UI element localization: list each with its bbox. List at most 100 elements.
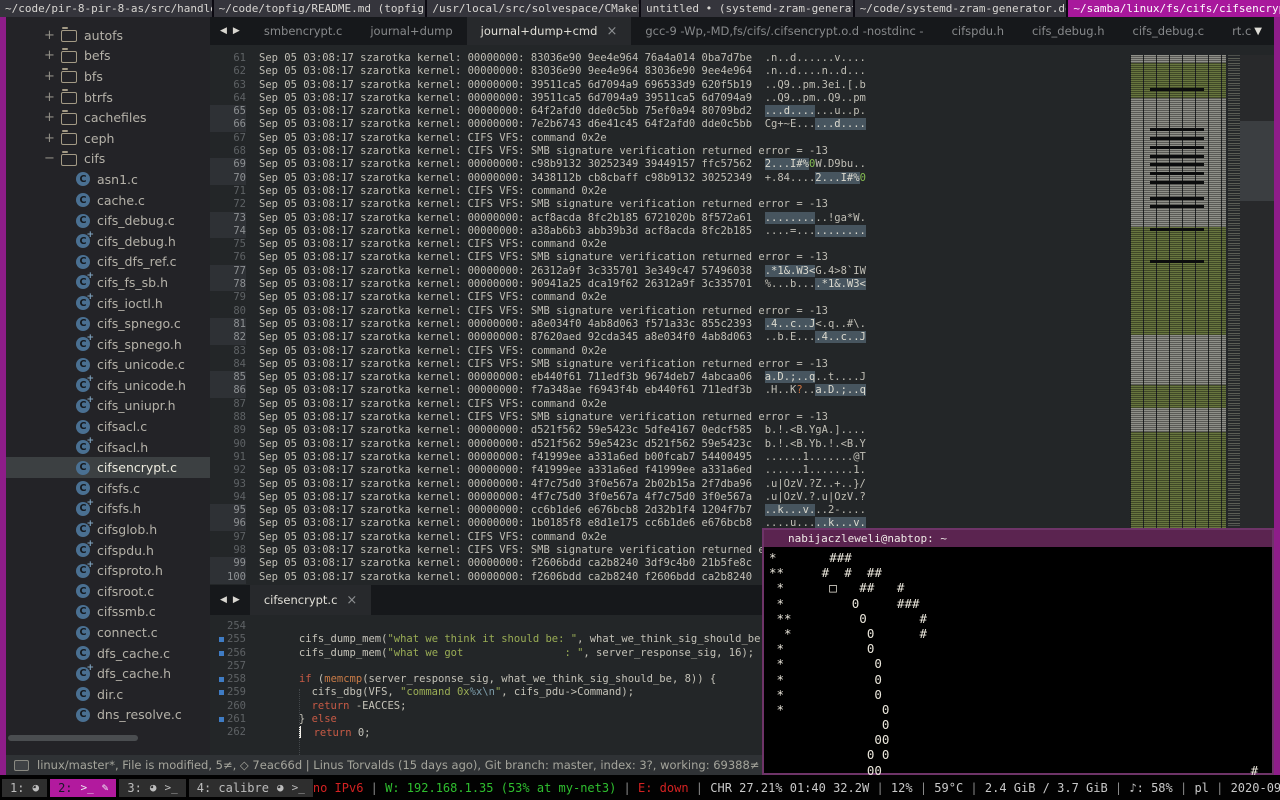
log-line[interactable]: 87Sep 05 03:08:17 szarotka kernel: CIFS … [210,398,1274,411]
tree-item-cifsacl.h[interactable]: Ccifsacl.h [6,437,210,458]
log-line[interactable]: 78Sep 05 03:08:17 szarotka kernel: 00000… [210,278,1274,291]
log-line[interactable]: 93Sep 05 03:08:17 szarotka kernel: 00000… [210,478,1274,491]
log-line[interactable]: 74Sep 05 03:08:17 szarotka kernel: 00000… [210,225,1274,238]
tmux-window-4[interactable]: 4: calibre◕>_ [189,779,313,797]
log-line[interactable]: 66Sep 05 03:08:17 szarotka kernel: 00000… [210,118,1274,131]
tab-cifspdu.h[interactable]: cifspdu.h [938,17,1018,45]
log-line[interactable]: 76Sep 05 03:08:17 szarotka kernel: CIFS … [210,251,1274,264]
tab-scroll-right-icon[interactable]: ▶ [233,595,240,605]
tmux-window-3[interactable]: 3:◕>_ [119,779,185,797]
titlebar-window[interactable]: ~/code/topfig/README.md (topfig) … [214,0,426,17]
tab-journal+dump+cmd[interactable]: journal+dump+cmd× [467,17,632,45]
log-line[interactable]: 85Sep 05 03:08:17 szarotka kernel: 00000… [210,371,1274,384]
log-line[interactable]: 86Sep 05 03:08:17 szarotka kernel: 00000… [210,384,1274,397]
tree-item-cifsfs.c[interactable]: Ccifsfs.c [6,478,210,499]
tree-item-cifs_fs_sb.h[interactable]: Ccifs_fs_sb.h [6,272,210,293]
journal-log-view[interactable]: 61Sep 05 03:08:17 szarotka kernel: 00000… [210,45,1274,592]
tree-item-asn1.c[interactable]: Casn1.c [6,169,210,190]
tree-item-cifsencrypt.c[interactable]: Ccifsencrypt.c [6,457,210,478]
log-line[interactable]: 64Sep 05 03:08:17 szarotka kernel: 00000… [210,92,1274,105]
titlebar-window[interactable]: untitled • (systemd-zram-generato… [641,0,853,17]
tree-item-cifsfs.h[interactable]: Ccifsfs.h [6,499,210,520]
tab-scroll-right-icon[interactable]: ▶ [233,26,240,36]
tree-item-cifsroot.c[interactable]: Ccifsroot.c [6,581,210,602]
tree-item-cifspdu.h[interactable]: Ccifspdu.h [6,540,210,561]
editor-scrollbar-thumb[interactable] [1240,121,1274,201]
minimap[interactable] [1130,55,1242,531]
log-line[interactable]: 80Sep 05 03:08:17 szarotka kernel: CIFS … [210,305,1274,318]
tmux-window-2[interactable]: 2:>_✎ [50,779,116,797]
tab-cifs_debug.c[interactable]: cifs_debug.c [1119,17,1219,45]
tmux-window-1[interactable]: 1:◕ [2,779,47,797]
terminal-body[interactable]: * ###** # # ## * □ ## # * 0 ### ** 0 # *… [764,547,1272,781]
log-line[interactable]: 75Sep 05 03:08:17 szarotka kernel: CIFS … [210,238,1274,251]
tab-cifsencrypt.c[interactable]: cifsencrypt.c× [250,585,371,615]
log-line[interactable]: 68Sep 05 03:08:17 szarotka kernel: CIFS … [210,145,1274,158]
tree-item-cifsglob.h[interactable]: Ccifsglob.h [6,519,210,540]
tree-item-dfs_cache.h[interactable]: Cdfs_cache.h [6,663,210,684]
expand-icon[interactable]: + [44,48,54,63]
tab-gcc-9--Wp--MD-fs-cifs-.cifsencrypt.o.d--nostdinc--[interactable]: gcc-9 -Wp,-MD,fs/cifs/.cifsencrypt.o.d -… [631,17,937,45]
log-line[interactable]: 72Sep 05 03:08:17 szarotka kernel: CIFS … [210,198,1274,211]
log-line[interactable]: 77Sep 05 03:08:17 szarotka kernel: 00000… [210,265,1274,278]
tree-item-cifs_spnego.c[interactable]: Ccifs_spnego.c [6,313,210,334]
log-line[interactable]: 81Sep 05 03:08:17 szarotka kernel: 00000… [210,318,1274,331]
expand-icon[interactable]: + [44,90,54,105]
tree-item-ceph[interactable]: +ceph [6,128,210,149]
tree-item-bfs[interactable]: +bfs [6,66,210,87]
log-line[interactable]: 63Sep 05 03:08:17 szarotka kernel: 00000… [210,79,1274,92]
log-line[interactable]: 65Sep 05 03:08:17 szarotka kernel: 00000… [210,105,1274,118]
log-line[interactable]: 91Sep 05 03:08:17 szarotka kernel: 00000… [210,451,1274,464]
log-line[interactable]: 61Sep 05 03:08:17 szarotka kernel: 00000… [210,52,1274,65]
tree-item-cifs_uniupr.h[interactable]: Ccifs_uniupr.h [6,396,210,417]
tree-item-cifs[interactable]: −cifs [6,149,210,170]
tree-item-cifs_debug.c[interactable]: Ccifs_debug.c [6,210,210,231]
expand-icon[interactable]: + [44,131,54,146]
tab-scroll-left-icon[interactable]: ◀ [220,595,227,605]
tree-item-cifs_dfs_ref.c[interactable]: Ccifs_dfs_ref.c [6,252,210,273]
tab-smbencrypt.c[interactable]: smbencrypt.c [250,17,357,45]
tab-scroll-left-icon[interactable]: ◀ [220,26,227,36]
log-line[interactable]: 88Sep 05 03:08:17 szarotka kernel: CIFS … [210,411,1274,424]
log-line[interactable]: 69Sep 05 03:08:17 szarotka kernel: 00000… [210,158,1274,171]
titlebar-window[interactable]: ~/code/systemd-zram-generator.deb… [855,0,1067,17]
tree-item-cache.c[interactable]: Ccache.c [6,190,210,211]
tree-item-cifssmb.c[interactable]: Ccifssmb.c [6,602,210,623]
log-line[interactable]: 71Sep 05 03:08:17 szarotka kernel: CIFS … [210,185,1274,198]
tree-item-dfs_cache.c[interactable]: Cdfs_cache.c [6,643,210,664]
log-line[interactable]: 62Sep 05 03:08:17 szarotka kernel: 00000… [210,65,1274,78]
log-line[interactable]: 67Sep 05 03:08:17 szarotka kernel: CIFS … [210,132,1274,145]
log-line[interactable]: 82Sep 05 03:08:17 szarotka kernel: 00000… [210,331,1274,344]
sidebar-horizontal-scrollbar[interactable] [8,735,138,741]
log-line[interactable]: 95Sep 05 03:08:17 szarotka kernel: 00000… [210,504,1274,517]
expand-icon[interactable]: + [44,69,54,84]
expand-icon[interactable]: + [44,28,54,43]
log-line[interactable]: 79Sep 05 03:08:17 szarotka kernel: CIFS … [210,291,1274,304]
expand-icon[interactable]: + [44,110,54,125]
tree-item-autofs[interactable]: +autofs [6,25,210,46]
tree-item-connect.c[interactable]: Cconnect.c [6,622,210,643]
tree-item-befs[interactable]: +befs [6,46,210,67]
titlebar-window[interactable]: ~/samba/linux/fs/cifs/cifsencrypt.… [1068,0,1280,17]
terminal-window[interactable]: nabijaczleweli@nabtop: ~ * ###** # # ## … [762,528,1274,775]
tab-journal+dump[interactable]: journal+dump [356,17,466,45]
tab-list-dropdown-icon[interactable]: ▼ [1248,17,1268,45]
tree-item-cifs_unicode.c[interactable]: Ccifs_unicode.c [6,355,210,376]
tree-item-cifs_debug.h[interactable]: Ccifs_debug.h [6,231,210,252]
tree-item-dns_resolve.c[interactable]: Cdns_resolve.c [6,705,210,726]
tree-item-cachefiles[interactable]: +cachefiles [6,107,210,128]
tree-item-cifs_spnego.h[interactable]: Ccifs_spnego.h [6,334,210,355]
tree-item-cifs_unicode.h[interactable]: Ccifs_unicode.h [6,375,210,396]
tree-item-cifsproto.h[interactable]: Ccifsproto.h [6,560,210,581]
tab-cifs_debug.h[interactable]: cifs_debug.h [1018,17,1119,45]
log-line[interactable]: 92Sep 05 03:08:17 szarotka kernel: 00000… [210,464,1274,477]
tree-item-cifsacl.c[interactable]: Ccifsacl.c [6,416,210,437]
log-line[interactable]: 90Sep 05 03:08:17 szarotka kernel: 00000… [210,438,1274,451]
log-line[interactable]: 84Sep 05 03:08:17 szarotka kernel: CIFS … [210,358,1274,371]
log-line[interactable]: 94Sep 05 03:08:17 szarotka kernel: 00000… [210,491,1274,504]
log-line[interactable]: 70Sep 05 03:08:17 szarotka kernel: 00000… [210,172,1274,185]
collapse-icon[interactable]: − [44,151,54,166]
terminal-title-bar[interactable]: nabijaczleweli@nabtop: ~ [764,530,1272,547]
log-line[interactable]: 73Sep 05 03:08:17 szarotka kernel: 00000… [210,212,1274,225]
close-icon[interactable]: × [606,24,617,39]
